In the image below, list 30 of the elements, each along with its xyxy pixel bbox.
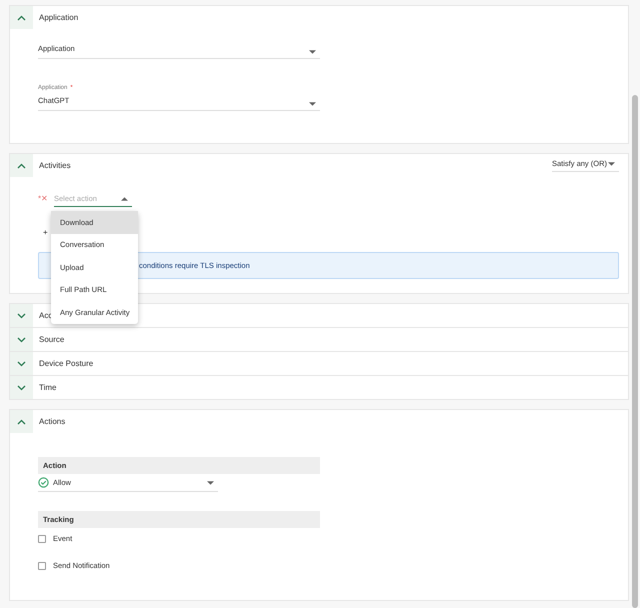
- chevron-button[interactable]: [10, 6, 33, 29]
- chevron-up-icon: [17, 162, 26, 168]
- caret-icon: [309, 102, 316, 106]
- section-title: Application: [39, 12, 78, 24]
- chevron-button[interactable]: [10, 328, 33, 351]
- section-title: Source: [39, 334, 64, 346]
- chevron-button[interactable]: [10, 410, 33, 433]
- chevron-down-icon: [17, 312, 26, 318]
- chevron-down-icon: [17, 384, 26, 390]
- section-title: Actions: [39, 416, 66, 428]
- chevron-button[interactable]: [10, 376, 33, 399]
- checkbox[interactable]: [38, 535, 46, 543]
- chevron-down-icon: [17, 336, 26, 342]
- add-link[interactable]: +: [43, 227, 48, 239]
- checkbox[interactable]: [38, 562, 46, 570]
- caret-icon: [309, 50, 316, 54]
- chevron-button[interactable]: [10, 352, 33, 375]
- chevron-down-icon: [17, 360, 26, 366]
- caret-icon: [207, 480, 214, 484]
- caret-icon: [121, 196, 128, 200]
- chevron-button[interactable]: [10, 304, 33, 327]
- check-circle-icon: [38, 477, 49, 488]
- section-title: Device Posture: [39, 358, 94, 370]
- chevron-up-icon: [17, 418, 26, 424]
- chevron-up-icon: [17, 14, 26, 20]
- section-title: Time: [39, 382, 56, 394]
- section-title: Activities: [39, 160, 71, 172]
- caret-icon: [608, 162, 615, 166]
- scrollbar-thumb[interactable]: [632, 95, 638, 608]
- chevron-button[interactable]: [10, 154, 33, 177]
